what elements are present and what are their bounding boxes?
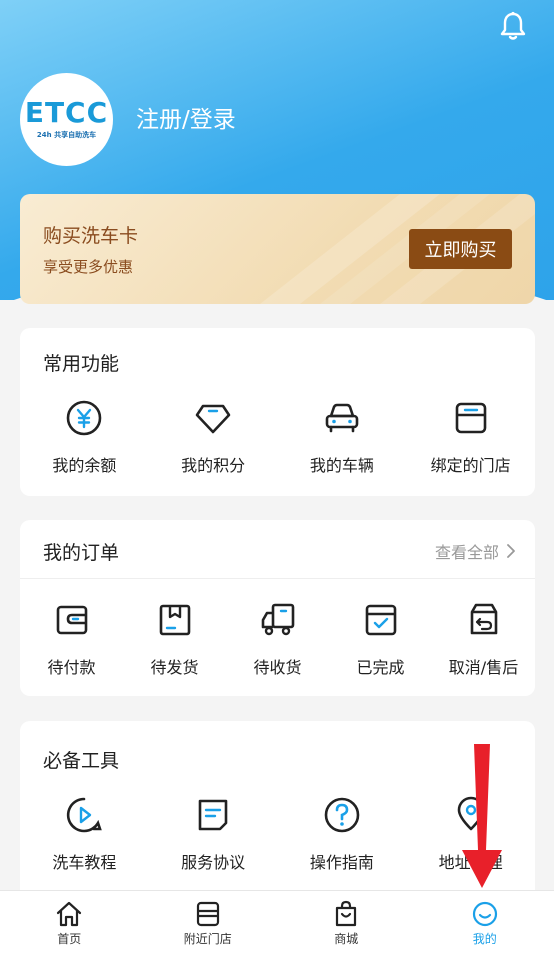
yuan-icon	[64, 398, 104, 438]
view-all-label: 查看全部	[435, 539, 499, 563]
store-icon	[451, 398, 491, 438]
car-icon	[322, 398, 362, 438]
bound-store-item[interactable]: 绑定的门店	[406, 398, 535, 476]
tools-card: 必备工具 洗车教程 服务协议 操作指南	[20, 721, 535, 911]
play-tutorial-icon	[64, 795, 104, 835]
shopping-bag-icon	[332, 900, 360, 928]
address-management-label: 地址管理	[439, 849, 503, 873]
points-label: 我的积分	[181, 452, 245, 476]
bottom-tab-bar: 首页 附近门店 商城 我的	[0, 890, 554, 953]
balance-item[interactable]: 我的余额	[20, 398, 149, 476]
my-orders-title: 我的订单	[43, 538, 119, 565]
tab-mine-label: 我的	[473, 930, 497, 947]
balance-label: 我的余额	[52, 452, 116, 476]
document-icon	[193, 795, 233, 835]
calendar-check-icon	[361, 600, 401, 640]
tools-title: 必备工具	[43, 746, 119, 773]
chevron-right-icon	[505, 543, 517, 559]
after-sales-item[interactable]: 取消/售后	[432, 600, 535, 678]
buy-now-button[interactable]: 立即购买	[409, 229, 512, 269]
completed-item[interactable]: 已完成	[329, 600, 432, 678]
common-functions-card: 常用功能 我的余额 我的积分 我的车辆	[20, 328, 535, 496]
tab-home[interactable]: 首页	[0, 891, 139, 953]
promo-subtitle: 享受更多优惠	[43, 256, 133, 277]
help-icon	[322, 795, 362, 835]
diamond-icon	[193, 398, 233, 438]
box-icon	[155, 600, 195, 640]
home-icon	[55, 900, 83, 928]
nearby-store-icon	[194, 900, 222, 928]
vehicles-label: 我的车辆	[310, 452, 374, 476]
logo-text: ETCC	[25, 99, 108, 127]
tab-nearby-stores[interactable]: 附近门店	[139, 891, 278, 953]
tab-mall-label: 商城	[334, 930, 358, 947]
points-item[interactable]: 我的积分	[149, 398, 278, 476]
divider	[20, 578, 535, 579]
promo-banner: 购买洗车卡 享受更多优惠 立即购买	[20, 194, 535, 304]
common-functions-title: 常用功能	[43, 349, 119, 376]
service-agreement-label: 服务协议	[181, 849, 245, 873]
tab-mine[interactable]: 我的	[416, 891, 554, 953]
tab-nearby-stores-label: 附近门店	[184, 930, 232, 947]
tab-home-label: 首页	[57, 930, 81, 947]
tab-mall[interactable]: 商城	[277, 891, 416, 953]
bound-store-label: 绑定的门店	[431, 452, 511, 476]
vehicles-item[interactable]: 我的车辆	[278, 398, 407, 476]
location-icon	[451, 795, 491, 835]
operation-guide-item[interactable]: 操作指南	[278, 795, 407, 873]
wash-tutorial-label: 洗车教程	[52, 849, 116, 873]
view-all-orders-link[interactable]: 查看全部	[435, 539, 517, 563]
return-icon	[464, 600, 504, 640]
wallet-icon	[52, 600, 92, 640]
service-agreement-item[interactable]: 服务协议	[149, 795, 278, 873]
pending-receipt-item[interactable]: 待收货	[226, 600, 329, 678]
wash-tutorial-item[interactable]: 洗车教程	[20, 795, 149, 873]
avatar-logo[interactable]: ETCC 24h 共享自助洗车	[20, 73, 113, 166]
pending-shipment-item[interactable]: 待发货	[123, 600, 226, 678]
pending-shipment-label: 待发货	[150, 654, 198, 678]
address-management-item[interactable]: 地址管理	[406, 795, 535, 873]
bell-icon[interactable]	[497, 10, 529, 42]
pending-payment-item[interactable]: 待付款	[20, 600, 123, 678]
operation-guide-label: 操作指南	[310, 849, 374, 873]
truck-icon	[258, 600, 298, 640]
promo-title: 购买洗车卡	[43, 221, 138, 248]
smile-icon	[471, 900, 499, 928]
logo-subtext: 24h 共享自助洗车	[37, 130, 96, 140]
pending-payment-label: 待付款	[47, 654, 95, 678]
my-orders-card: 我的订单 查看全部 待付款 待发货	[20, 520, 535, 696]
login-link[interactable]: 注册/登录	[136, 100, 236, 134]
completed-label: 已完成	[356, 654, 404, 678]
pending-receipt-label: 待收货	[253, 654, 301, 678]
after-sales-label: 取消/售后	[449, 654, 518, 678]
